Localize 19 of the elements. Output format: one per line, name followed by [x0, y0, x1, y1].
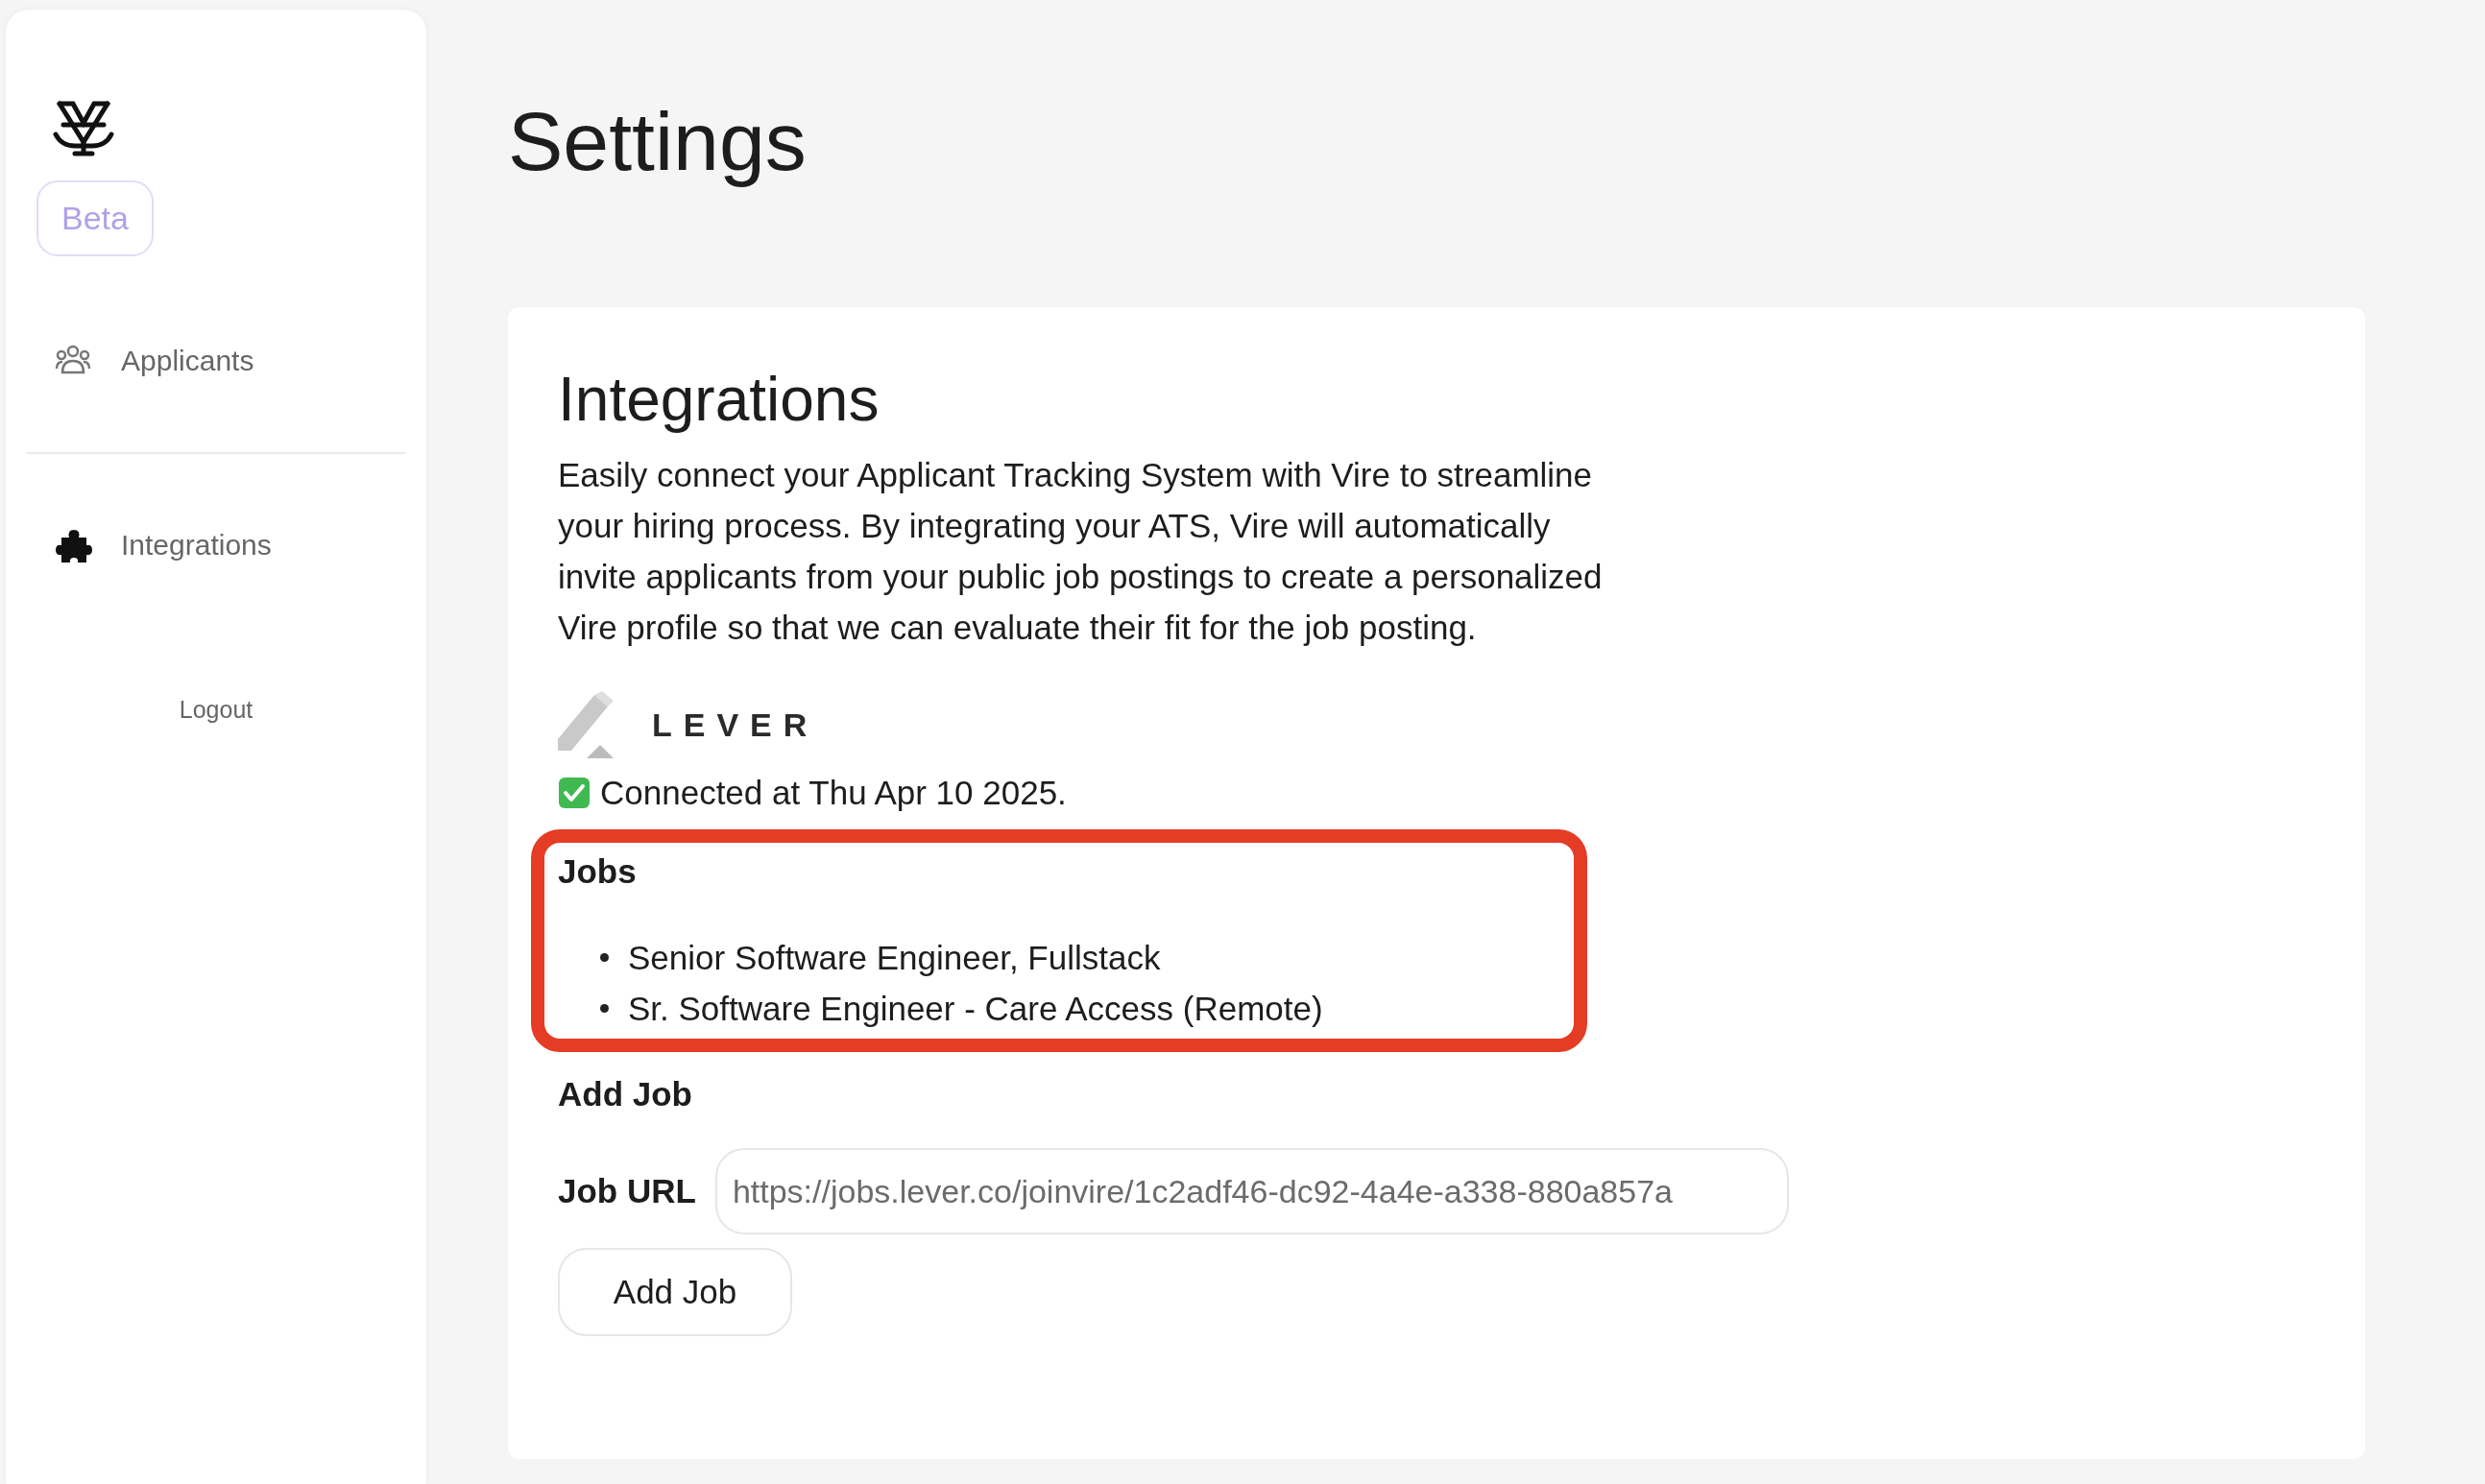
beta-badge: Beta [36, 180, 154, 256]
sidebar-item[interactable]: Integrations [27, 519, 405, 571]
bullet-icon [600, 1004, 609, 1014]
bullet-icon [600, 953, 609, 963]
page-title: Settings [508, 96, 808, 187]
sidebar-item[interactable]: Applicants [27, 335, 405, 387]
lever-wordmark: LEVER [652, 706, 819, 744]
jobs-heading: Jobs [558, 852, 638, 892]
job-title: Senior Software Engineer, Fullstack [628, 938, 1161, 979]
job-url-field[interactable]: https://jobs.lever.co/joinvire/1c2adf46-dc92-4a4e-a338-880a857a [714, 1148, 1789, 1235]
status-text: Connected at Thu Apr 10 2025. [600, 774, 1067, 813]
logout-link[interactable]: Logout [179, 696, 253, 724]
section-title: Integrations [558, 363, 881, 436]
add-job-button[interactable]: Add Job [558, 1248, 792, 1337]
job-title: Sr. Software Engineer - Care Access (Remote) [628, 989, 1323, 1030]
add-job-heading: Add Job [558, 1075, 693, 1114]
job-url-label: Job URL [558, 1172, 696, 1211]
description-text: Easily connect your Applicant Tracking System with Vire to streamline your hiring process. By integrating your ATS, Vire will automatically invite applicants from your public job postings to create a personalized Vire profile so that we can evaluate their fit for the job posting. [558, 455, 1604, 649]
check-icon [558, 777, 591, 810]
